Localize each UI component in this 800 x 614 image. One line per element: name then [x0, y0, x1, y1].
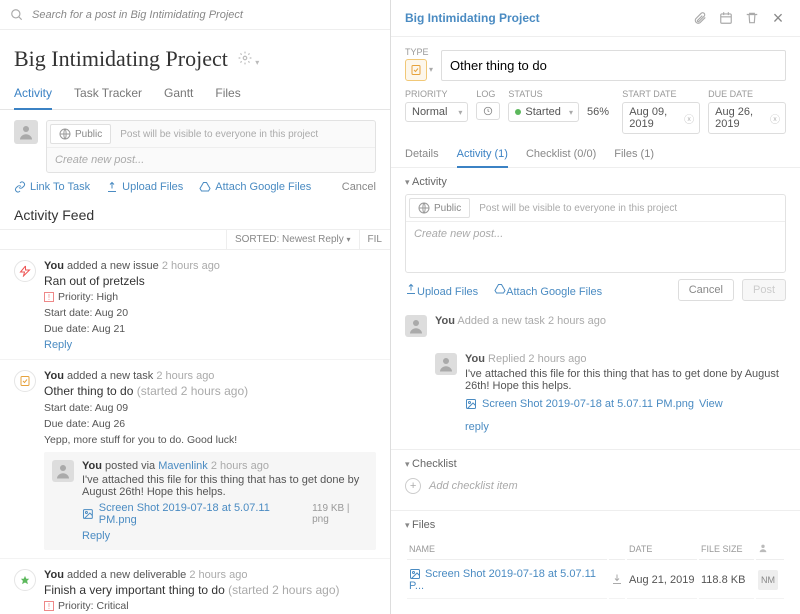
- percent-complete[interactable]: 56%: [587, 102, 614, 122]
- deliverable-icon: [14, 569, 36, 591]
- section-files[interactable]: Files: [405, 519, 786, 531]
- search-icon: [10, 8, 24, 22]
- filter-control[interactable]: FIL: [359, 230, 390, 249]
- status-select[interactable]: Started▾: [508, 102, 579, 122]
- download-icon[interactable]: [609, 562, 625, 599]
- type-icon[interactable]: [405, 59, 427, 81]
- due-date-input[interactable]: Aug 26, 2019ⓧ: [708, 102, 786, 134]
- avatar: [52, 460, 74, 482]
- attachment-icon[interactable]: [692, 10, 708, 26]
- trash-icon[interactable]: [744, 10, 760, 26]
- panel-tab-details[interactable]: Details: [405, 142, 439, 167]
- file-link[interactable]: Screen Shot 2019-07-18 at 5.07.11 PM.png…: [465, 398, 723, 410]
- google-drive-icon: [199, 181, 211, 193]
- plus-icon: +: [405, 478, 421, 494]
- view-link[interactable]: View: [699, 398, 723, 410]
- tab-task-tracker[interactable]: Task Tracker: [74, 78, 142, 109]
- add-checklist-item[interactable]: + Add checklist item: [405, 470, 786, 502]
- user-icon: [758, 543, 768, 553]
- calendar-icon[interactable]: [718, 10, 734, 26]
- task-icon: [14, 370, 36, 392]
- issue-icon: [14, 260, 36, 282]
- tab-activity[interactable]: Activity: [14, 78, 52, 110]
- visibility-toggle[interactable]: Public: [50, 124, 111, 144]
- feed-item: You added a new task 2 hours ago Other t…: [0, 360, 390, 559]
- item-title[interactable]: Other thing to do: [44, 384, 133, 398]
- globe-icon: [59, 128, 71, 140]
- post-button[interactable]: Post: [742, 279, 786, 301]
- clear-icon[interactable]: ⓧ: [770, 111, 780, 126]
- visibility-text: Post will be visible to everyone in this…: [114, 129, 318, 140]
- cancel-button[interactable]: Cancel: [342, 181, 376, 193]
- item-title[interactable]: Ran out of pretzels: [44, 274, 376, 288]
- priority-icon: !: [44, 292, 54, 302]
- panel-tab-checklist[interactable]: Checklist (0/0): [526, 142, 596, 167]
- avatar: [405, 315, 427, 337]
- image-icon: [82, 508, 94, 520]
- globe-icon: [418, 202, 430, 214]
- nested-post: You posted via Mavenlink 2 hours ago I'v…: [44, 452, 376, 550]
- close-icon[interactable]: ×: [770, 10, 786, 26]
- project-tabs: Activity Task Tracker Gantt Files: [0, 78, 390, 110]
- tab-files[interactable]: Files: [215, 78, 240, 109]
- priority-icon: !: [44, 601, 54, 611]
- panel-tab-files[interactable]: Files (1): [614, 142, 654, 167]
- upload-files[interactable]: Upload Files: [405, 283, 478, 298]
- google-drive-icon: [494, 283, 506, 295]
- cancel-button[interactable]: Cancel: [678, 279, 734, 301]
- type-label: TYPE: [405, 47, 433, 57]
- post-input[interactable]: Create new post...: [47, 148, 375, 172]
- gear-icon[interactable]: ▾: [238, 51, 259, 68]
- section-activity[interactable]: Activity: [405, 176, 786, 188]
- sort-control[interactable]: SORTED: Newest Reply ▾: [226, 230, 359, 249]
- clear-icon[interactable]: ⓧ: [684, 111, 694, 126]
- attach-google[interactable]: Attach Google Files: [199, 181, 311, 193]
- attach-google[interactable]: Attach Google Files: [494, 283, 602, 298]
- feed-heading: Activity Feed: [0, 201, 390, 229]
- avatar: [14, 120, 38, 144]
- search-bar[interactable]: Search for a post in Big Intimidating Pr…: [0, 0, 390, 30]
- panel-tab-activity[interactable]: Activity (1): [457, 142, 508, 168]
- feed-item: You added a new issue 2 hours ago Ran ou…: [0, 250, 390, 360]
- avatar: [435, 353, 457, 375]
- panel-breadcrumb[interactable]: Big Intimidating Project: [405, 11, 540, 25]
- reply-link[interactable]: Reply: [44, 339, 376, 351]
- upload-files[interactable]: Upload Files: [106, 181, 183, 193]
- search-placeholder: Search for a post in Big Intimidating Pr…: [32, 9, 243, 21]
- feed-item: You added a new deliverable 2 hours ago …: [0, 559, 390, 614]
- project-title: Big Intimidating Project: [14, 46, 228, 72]
- task-name-input[interactable]: [441, 50, 786, 81]
- start-date-input[interactable]: Aug 09, 2019ⓧ: [622, 102, 700, 134]
- files-table: NAME DATE FILE SIZE Screen Shot 2019-07-…: [405, 537, 786, 601]
- image-icon: [409, 568, 421, 580]
- priority-select[interactable]: Normal▾: [405, 102, 468, 122]
- composer[interactable]: Public Post will be visible to everyone …: [46, 120, 376, 173]
- post-input[interactable]: Create new post...: [406, 222, 785, 272]
- link-icon: [14, 181, 26, 193]
- log-button[interactable]: [476, 102, 500, 120]
- chevron-down-icon[interactable]: ▾: [429, 65, 433, 74]
- file-row[interactable]: Screen Shot 2019-07-18 at 5.07.11 P... A…: [407, 562, 784, 599]
- item-title[interactable]: Finish a very important thing to do: [44, 583, 225, 597]
- upload-icon: [405, 283, 417, 295]
- image-icon: [465, 398, 477, 410]
- file-link[interactable]: Screen Shot 2019-07-18 at 5.07.11 PM.png…: [82, 502, 368, 526]
- section-checklist[interactable]: Checklist: [405, 458, 786, 470]
- status-dot-icon: [515, 109, 521, 115]
- tab-gantt[interactable]: Gantt: [164, 78, 193, 109]
- link-to-task[interactable]: Link To Task: [14, 181, 90, 193]
- reply-link[interactable]: reply: [465, 421, 786, 433]
- reply-link[interactable]: Reply: [82, 530, 368, 542]
- user-initials: NM: [758, 570, 778, 590]
- upload-icon: [106, 181, 118, 193]
- visibility-toggle[interactable]: Public: [409, 198, 470, 218]
